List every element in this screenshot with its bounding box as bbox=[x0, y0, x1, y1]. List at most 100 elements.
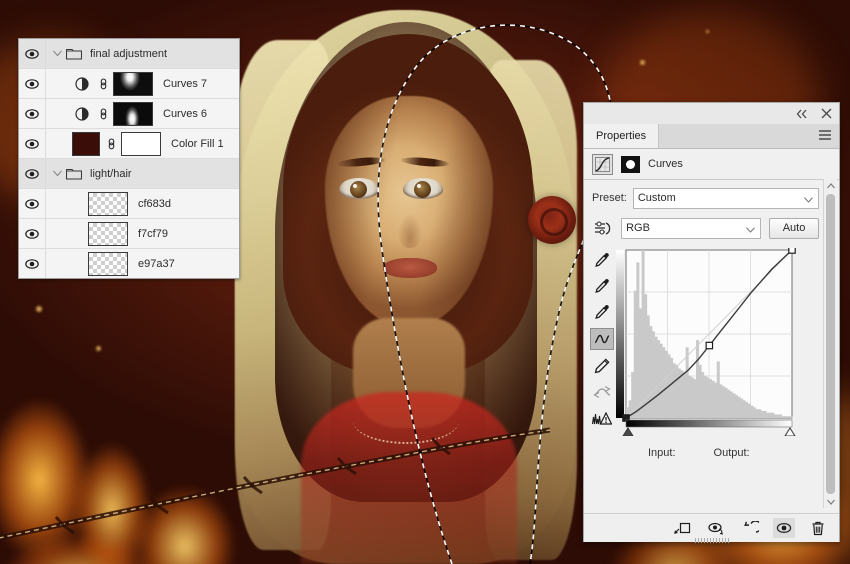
black-point-eyedropper-icon[interactable] bbox=[591, 250, 613, 270]
curves-adjustment-icon[interactable] bbox=[72, 106, 92, 121]
auto-button-label: Auto bbox=[782, 222, 806, 234]
gray-point-eyedropper-icon[interactable] bbox=[591, 276, 613, 296]
eye-icon bbox=[25, 258, 39, 269]
layers-panel[interactable]: final adjustment Curves 7 Curves 6 Color… bbox=[18, 38, 240, 279]
scrollbar-thumb[interactable] bbox=[826, 194, 835, 494]
chevron-up-icon bbox=[826, 182, 835, 188]
layer-visibility-toggle[interactable] bbox=[19, 39, 46, 68]
layer-name: f7cf79 bbox=[138, 227, 168, 240]
solid-color-thumbnail[interactable] bbox=[72, 131, 100, 156]
layer-mask-thumbnail[interactable] bbox=[121, 131, 161, 156]
layer-name: final adjustment bbox=[90, 47, 168, 60]
layer-row[interactable]: Curves 7 bbox=[19, 69, 239, 99]
panel-tab-row[interactable]: Properties bbox=[584, 124, 839, 149]
delete-adjustment-layer-button[interactable] bbox=[807, 518, 829, 538]
pencil-tool-icon[interactable] bbox=[591, 356, 613, 376]
rose-flower bbox=[528, 196, 576, 244]
layer-row[interactable]: e97a37 bbox=[19, 249, 239, 278]
eye-glint-left bbox=[353, 184, 357, 188]
link-mask-icon[interactable] bbox=[104, 137, 118, 151]
folder-icon bbox=[66, 167, 82, 180]
tab-properties[interactable]: Properties bbox=[584, 124, 660, 148]
layer-row[interactable]: Color Fill 1 bbox=[19, 129, 239, 159]
barbed-wire bbox=[0, 414, 550, 544]
layer-name: Color Fill 1 bbox=[171, 137, 224, 150]
output-label: Output: bbox=[713, 447, 750, 459]
layer-name: light/hair bbox=[90, 167, 132, 180]
view-previous-state-button[interactable] bbox=[705, 518, 727, 538]
curves-graph[interactable] bbox=[616, 246, 798, 439]
chevron-down-icon bbox=[804, 194, 813, 206]
channel-select[interactable]: RGB bbox=[621, 217, 762, 239]
input-label: Input: bbox=[648, 447, 676, 459]
spark bbox=[96, 346, 101, 351]
input-output-row: Input: Output: bbox=[584, 439, 839, 459]
panel-titlebar[interactable] bbox=[584, 103, 839, 124]
panel-resize-grip[interactable] bbox=[694, 538, 729, 543]
eye-icon bbox=[25, 78, 39, 89]
layer-visibility-toggle[interactable] bbox=[19, 249, 46, 278]
layer-mask-thumbnail[interactable] bbox=[113, 101, 153, 126]
layer-row[interactable]: light/hair bbox=[19, 159, 239, 189]
close-icon bbox=[821, 108, 831, 119]
scroll-up-arrow[interactable] bbox=[824, 179, 837, 192]
group-disclosure-triangle[interactable] bbox=[50, 170, 64, 177]
curves-adjustment-icon[interactable] bbox=[72, 76, 92, 91]
layer-row[interactable]: cf683d bbox=[19, 189, 239, 219]
auto-button[interactable]: Auto bbox=[769, 217, 819, 239]
lips bbox=[383, 258, 437, 278]
layer-row[interactable]: f7cf79 bbox=[19, 219, 239, 249]
layer-thumbnail[interactable] bbox=[88, 221, 128, 246]
chevron-down-icon bbox=[52, 170, 62, 177]
white-point-eyedropper-icon[interactable] bbox=[591, 302, 613, 322]
eye-icon bbox=[25, 228, 39, 239]
chevron-down-icon bbox=[52, 50, 62, 57]
layer-row[interactable]: final adjustment bbox=[19, 39, 239, 69]
iris-right bbox=[414, 181, 431, 198]
close-panel-button[interactable] bbox=[819, 107, 833, 121]
preset-select[interactable]: Custom bbox=[632, 187, 819, 209]
toggle-layer-visibility-button[interactable] bbox=[773, 518, 795, 538]
collapse-panel-button[interactable] bbox=[795, 107, 809, 121]
spark bbox=[706, 30, 709, 33]
layer-visibility-toggle[interactable] bbox=[19, 189, 46, 218]
folder-icon bbox=[66, 47, 82, 60]
clip-to-layer-button[interactable] bbox=[671, 518, 693, 538]
preset-row: Preset: Custom bbox=[584, 180, 839, 210]
eye-icon bbox=[25, 138, 39, 149]
eye-icon bbox=[25, 48, 39, 59]
nose bbox=[398, 214, 422, 248]
on-image-adjustment-icon[interactable] bbox=[592, 220, 613, 237]
double-arrow-left-icon bbox=[796, 109, 807, 118]
panel-body: Curves Preset: Custom RGB Auto Input: Ou… bbox=[584, 149, 839, 543]
panel-menu-button[interactable] bbox=[818, 129, 832, 144]
layer-thumbnail[interactable] bbox=[88, 251, 128, 276]
scroll-down-arrow[interactable] bbox=[824, 495, 837, 508]
reset-button[interactable] bbox=[739, 518, 761, 538]
layer-mask-thumbnail[interactable] bbox=[113, 71, 153, 96]
link-mask-icon[interactable] bbox=[96, 107, 110, 121]
properties-panel[interactable]: Properties Curves Preset: Custom RGB Aut… bbox=[583, 102, 840, 543]
adjustment-title: Curves bbox=[648, 158, 683, 170]
link-mask-icon[interactable] bbox=[96, 77, 110, 91]
clipping-warning-icon[interactable] bbox=[591, 408, 613, 428]
eye-icon bbox=[25, 108, 39, 119]
layer-row[interactable]: Curves 6 bbox=[19, 99, 239, 129]
layer-visibility-toggle[interactable] bbox=[19, 219, 46, 248]
layer-visibility-toggle[interactable] bbox=[19, 99, 46, 128]
curve-tools[interactable] bbox=[588, 248, 616, 439]
layer-name: Curves 6 bbox=[163, 107, 208, 120]
layer-visibility-toggle[interactable] bbox=[19, 159, 46, 188]
preset-value: Custom bbox=[637, 192, 676, 204]
smooth-curve-icon[interactable] bbox=[591, 382, 613, 402]
curve-point-tool-icon[interactable] bbox=[590, 328, 614, 350]
curves-adjustment-icon[interactable] bbox=[592, 153, 613, 175]
group-disclosure-triangle[interactable] bbox=[50, 50, 64, 57]
layer-visibility-toggle[interactable] bbox=[19, 129, 46, 158]
panel-scrollbar[interactable] bbox=[823, 179, 837, 508]
layer-thumbnail[interactable] bbox=[88, 191, 128, 216]
chevron-down-icon bbox=[826, 499, 835, 505]
curves-plot[interactable] bbox=[616, 246, 798, 437]
layer-mask-icon[interactable] bbox=[621, 155, 640, 173]
layer-visibility-toggle[interactable] bbox=[19, 69, 46, 98]
